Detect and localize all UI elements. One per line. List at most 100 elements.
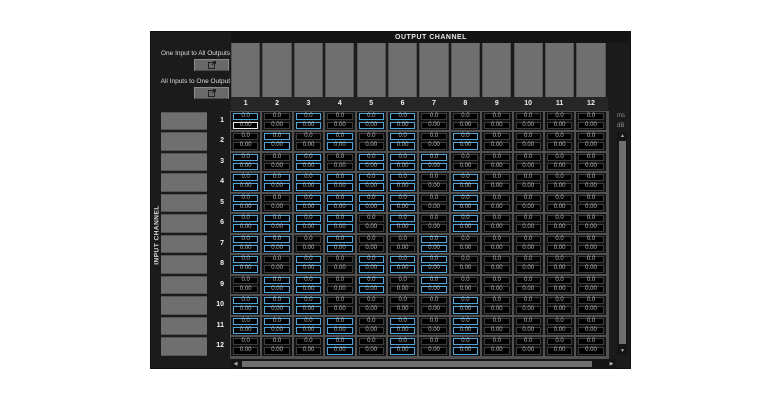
matrix-cell-r5c9[interactable]: 0.00.00 — [482, 194, 511, 213]
matrix-cell-r8c8[interactable]: 0.00.00 — [451, 255, 480, 274]
matrix-cell-r9c9[interactable]: 0.00.00 — [482, 276, 511, 295]
ms-value-box[interactable]: 0.0 — [578, 154, 603, 161]
db-value-box[interactable]: 0.00 — [578, 224, 603, 231]
db-value-box[interactable]: 0.00 — [390, 142, 415, 149]
db-value-box[interactable]: 0.00 — [296, 224, 321, 231]
matrix-cell-r3c8[interactable]: 0.00.00 — [451, 153, 480, 172]
matrix-cell-r8c9[interactable]: 0.00.00 — [482, 255, 511, 274]
ms-value-box[interactable]: 0.0 — [264, 174, 289, 181]
db-value-box[interactable]: 0.00 — [578, 122, 603, 129]
matrix-cell-r1c6[interactable]: 0.00.00 — [388, 112, 417, 131]
ms-value-box[interactable]: 0.0 — [359, 133, 384, 140]
ms-value-box[interactable]: 0.0 — [453, 195, 478, 202]
ms-value-box[interactable]: 0.0 — [359, 318, 384, 325]
matrix-cell-r11c5[interactable]: 0.00.00 — [357, 317, 386, 336]
ms-value-box[interactable]: 0.0 — [421, 154, 446, 161]
ms-value-box[interactable]: 0.0 — [327, 133, 352, 140]
matrix-cell-r10c2[interactable]: 0.00.00 — [262, 296, 291, 315]
ms-value-box[interactable]: 0.0 — [453, 174, 478, 181]
matrix-cell-r7c3[interactable]: 0.00.00 — [294, 235, 323, 254]
matrix-cell-r2c7[interactable]: 0.00.00 — [419, 132, 448, 151]
matrix-cell-r4c4[interactable]: 0.00.00 — [325, 173, 354, 192]
ms-value-box[interactable]: 0.0 — [453, 113, 478, 120]
matrix-cell-r4c3[interactable]: 0.00.00 — [294, 173, 323, 192]
ms-value-box[interactable]: 0.0 — [390, 215, 415, 222]
matrix-cell-r11c8[interactable]: 0.00.00 — [451, 317, 480, 336]
matrix-cell-r10c1[interactable]: 0.00.00 — [231, 296, 260, 315]
matrix-cell-r2c8[interactable]: 0.00.00 — [451, 132, 480, 151]
db-value-box[interactable]: 0.00 — [578, 265, 603, 272]
matrix-cell-r12c9[interactable]: 0.00.00 — [482, 337, 511, 356]
db-value-box[interactable]: 0.00 — [453, 286, 478, 293]
db-value-box[interactable]: 0.00 — [390, 183, 415, 190]
db-value-box[interactable]: 0.00 — [547, 306, 572, 313]
db-value-box[interactable]: 0.00 — [421, 245, 446, 252]
db-value-box[interactable]: 0.00 — [516, 224, 541, 231]
ms-value-box[interactable]: 0.0 — [547, 277, 572, 284]
matrix-cell-r5c5[interactable]: 0.00.00 — [357, 194, 386, 213]
ms-value-box[interactable]: 0.0 — [421, 215, 446, 222]
matrix-cell-r11c11[interactable]: 0.00.00 — [545, 317, 574, 336]
ms-value-box[interactable]: 0.0 — [484, 338, 509, 345]
ms-value-box[interactable]: 0.0 — [327, 277, 352, 284]
matrix-cell-r1c4[interactable]: 0.00.00 — [325, 112, 354, 131]
db-value-box[interactable]: 0.00 — [233, 306, 258, 313]
db-value-box[interactable]: 0.00 — [453, 224, 478, 231]
ms-value-box[interactable]: 0.0 — [264, 318, 289, 325]
matrix-cell-r4c7[interactable]: 0.00.00 — [419, 173, 448, 192]
ms-value-box[interactable]: 0.0 — [264, 195, 289, 202]
matrix-cell-r8c10[interactable]: 0.00.00 — [514, 255, 543, 274]
ms-value-box[interactable]: 0.0 — [359, 174, 384, 181]
ms-value-box[interactable]: 0.0 — [516, 318, 541, 325]
matrix-cell-r7c11[interactable]: 0.00.00 — [545, 235, 574, 254]
db-value-box[interactable]: 0.00 — [421, 122, 446, 129]
matrix-cell-r6c5[interactable]: 0.00.00 — [357, 214, 386, 233]
db-value-box[interactable]: 0.00 — [421, 286, 446, 293]
ms-value-box[interactable]: 0.0 — [453, 318, 478, 325]
db-value-box[interactable]: 0.00 — [390, 265, 415, 272]
db-value-box[interactable]: 0.00 — [264, 142, 289, 149]
db-value-box[interactable]: 0.00 — [390, 122, 415, 129]
ms-value-box[interactable]: 0.0 — [390, 154, 415, 161]
ms-value-box[interactable]: 0.0 — [453, 256, 478, 263]
db-value-box[interactable]: 0.00 — [327, 183, 352, 190]
ms-value-box[interactable]: 0.0 — [516, 256, 541, 263]
ms-value-box[interactable]: 0.0 — [233, 133, 258, 140]
scroll-down-icon[interactable]: ▼ — [617, 347, 628, 355]
db-value-box[interactable]: 0.00 — [359, 224, 384, 231]
ms-value-box[interactable]: 0.0 — [547, 133, 572, 140]
ms-value-box[interactable]: 0.0 — [578, 338, 603, 345]
matrix-cell-r12c4[interactable]: 0.00.00 — [325, 337, 354, 356]
ms-value-box[interactable]: 0.0 — [484, 215, 509, 222]
db-value-box[interactable]: 0.00 — [327, 142, 352, 149]
ms-value-box[interactable]: 0.0 — [453, 215, 478, 222]
db-value-box[interactable]: 0.00 — [233, 327, 258, 334]
ms-value-box[interactable]: 0.0 — [516, 195, 541, 202]
ms-value-box[interactable]: 0.0 — [516, 113, 541, 120]
vertical-scrollbar-thumb[interactable] — [619, 141, 626, 344]
matrix-cell-r1c7[interactable]: 0.00.00 — [419, 112, 448, 131]
db-value-box[interactable]: 0.00 — [327, 306, 352, 313]
db-value-box[interactable]: 0.00 — [484, 142, 509, 149]
matrix-cell-r6c1[interactable]: 0.00.00 — [231, 214, 260, 233]
ms-value-box[interactable]: 0.0 — [264, 133, 289, 140]
db-value-box[interactable]: 0.00 — [484, 306, 509, 313]
matrix-cell-r11c2[interactable]: 0.00.00 — [262, 317, 291, 336]
ms-value-box[interactable]: 0.0 — [547, 113, 572, 120]
db-value-box[interactable]: 0.00 — [327, 204, 352, 211]
ms-value-box[interactable]: 0.0 — [421, 195, 446, 202]
ms-value-box[interactable]: 0.0 — [264, 277, 289, 284]
db-value-box[interactable]: 0.00 — [484, 204, 509, 211]
matrix-cell-r7c4[interactable]: 0.00.00 — [325, 235, 354, 254]
ms-value-box[interactable]: 0.0 — [390, 318, 415, 325]
ms-value-box[interactable]: 0.0 — [547, 297, 572, 304]
matrix-cell-r4c1[interactable]: 0.00.00 — [231, 173, 260, 192]
matrix-cell-r10c11[interactable]: 0.0 0.00 — [545, 296, 574, 315]
db-value-box[interactable]: 0.00 — [421, 224, 446, 231]
ms-value-box[interactable]: 0.0 — [296, 215, 321, 222]
ms-value-box[interactable]: 0.0 — [233, 236, 258, 243]
matrix-cell-r9c10[interactable]: 0.00.00 — [514, 276, 543, 295]
ms-value-box[interactable]: 0.0 — [359, 297, 384, 304]
horizontal-scrollbar-thumb[interactable] — [242, 361, 592, 367]
matrix-cell-r9c8[interactable]: 0.00.00 — [451, 276, 480, 295]
